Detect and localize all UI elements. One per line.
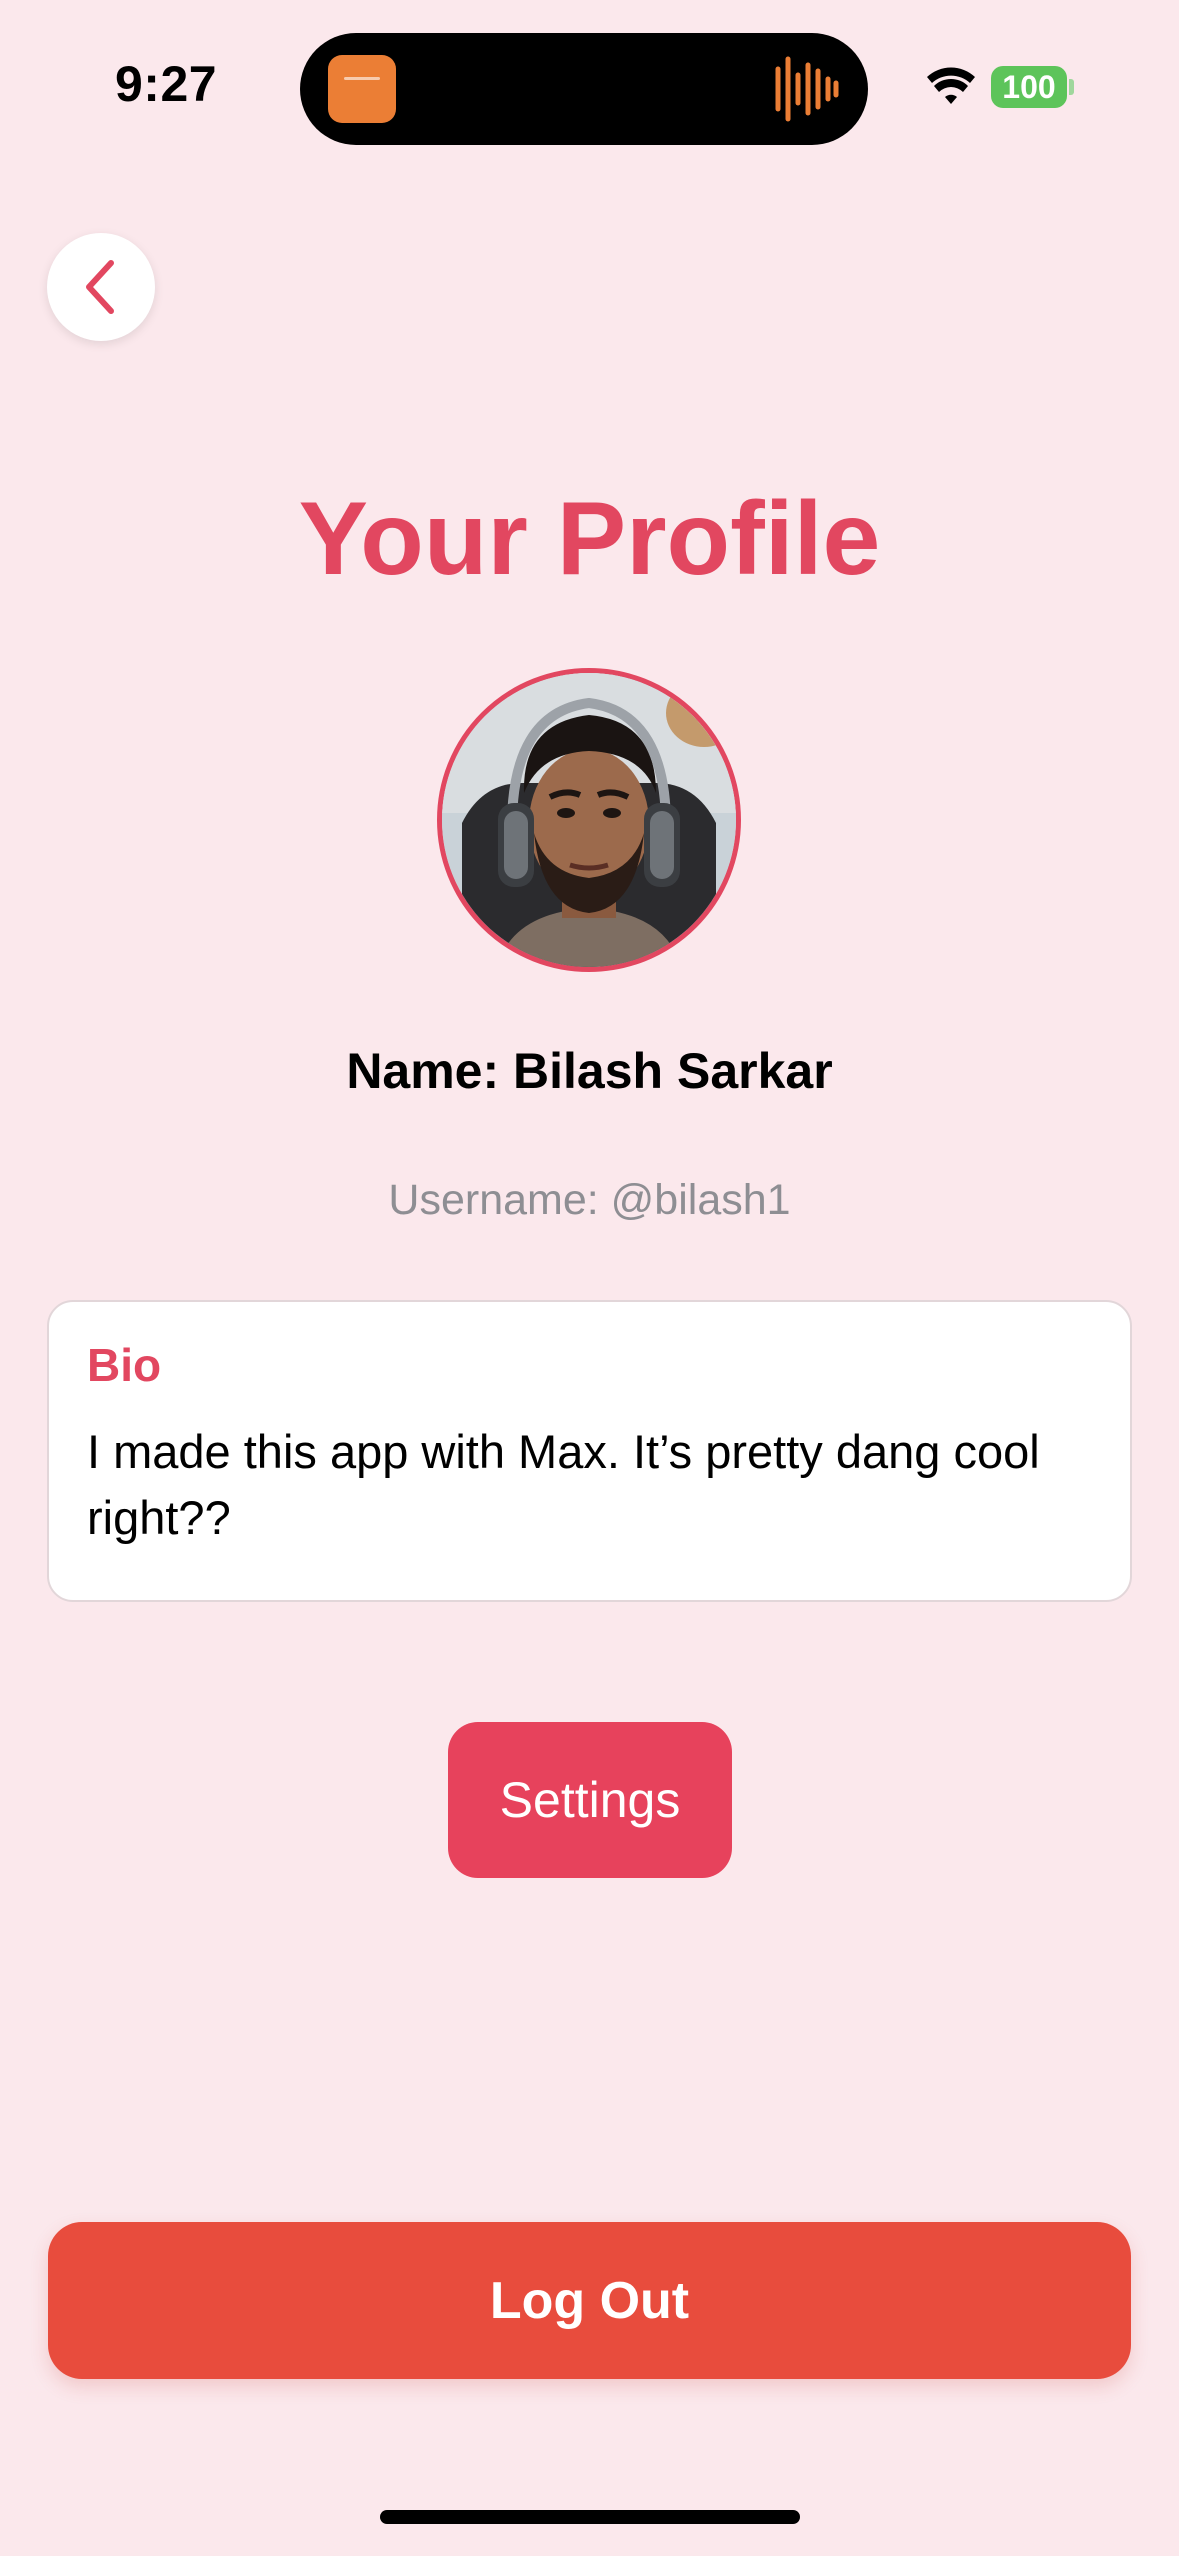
- logout-button[interactable]: Log Out: [48, 2222, 1131, 2379]
- bio-text: I made this app with Max. It’s pretty da…: [87, 1425, 1040, 1544]
- status-time: 9:27: [115, 56, 218, 112]
- profile-photo: [442, 673, 736, 967]
- dynamic-island[interactable]: [300, 33, 868, 145]
- profile-screen: 9:27 100 Your Profile Name: Bilash Sarka…: [0, 0, 1179, 2556]
- bio-label: Bio: [87, 1339, 162, 1391]
- profile-name: Name: Bilash Sarkar: [346, 1043, 833, 1099]
- battery-icon: 100: [991, 66, 1067, 108]
- settings-button[interactable]: Settings: [448, 1722, 732, 1878]
- home-indicator[interactable]: [380, 2510, 800, 2524]
- back-button[interactable]: [47, 233, 155, 341]
- wifi-icon: [927, 67, 975, 104]
- avatar: [437, 668, 741, 972]
- bio-card: Bio I made this app with Max. It’s prett…: [47, 1300, 1132, 1602]
- profile-username: Username: @bilash1: [388, 1176, 791, 1224]
- audio-app-icon: [328, 55, 396, 123]
- page-title: Your Profile: [298, 481, 881, 597]
- audio-waveform-icon: [775, 56, 839, 122]
- chevron-left-icon: [86, 260, 114, 314]
- battery-nub: [1069, 79, 1074, 95]
